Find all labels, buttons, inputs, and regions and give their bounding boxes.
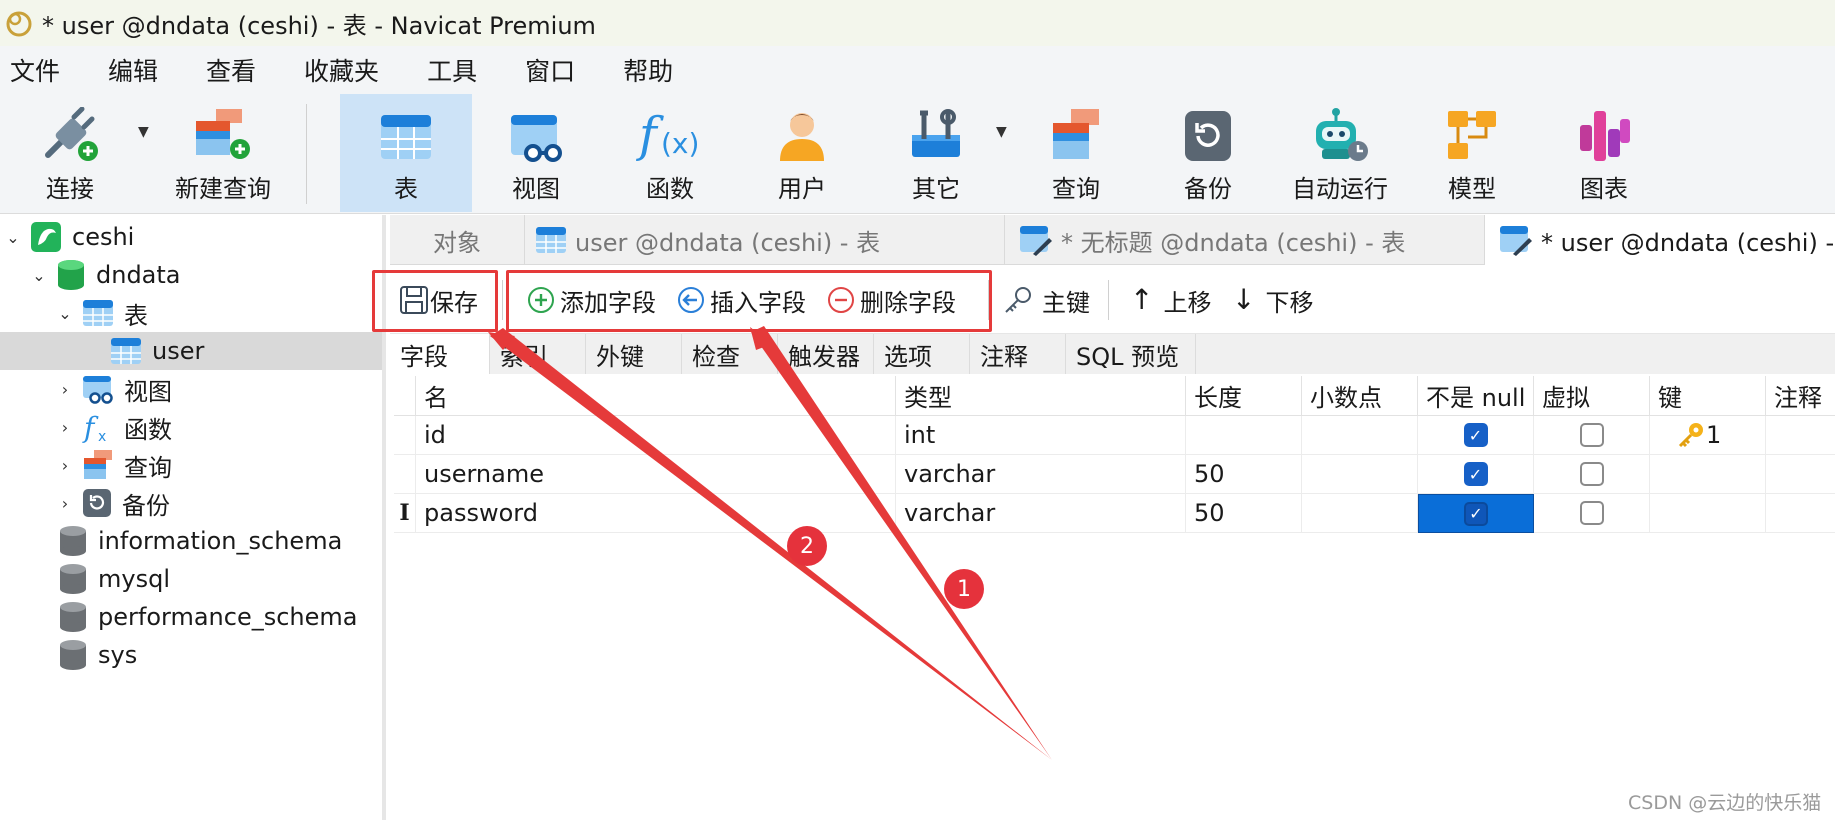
annotation-arrow-2 <box>490 328 1052 760</box>
watermark: CSDN @云边的快乐猫 <box>1628 792 1822 814</box>
annotation-badge-1: 1 <box>944 569 984 609</box>
annotation-arrows <box>488 326 1052 760</box>
annotation-badge-2: 2 <box>787 526 827 566</box>
